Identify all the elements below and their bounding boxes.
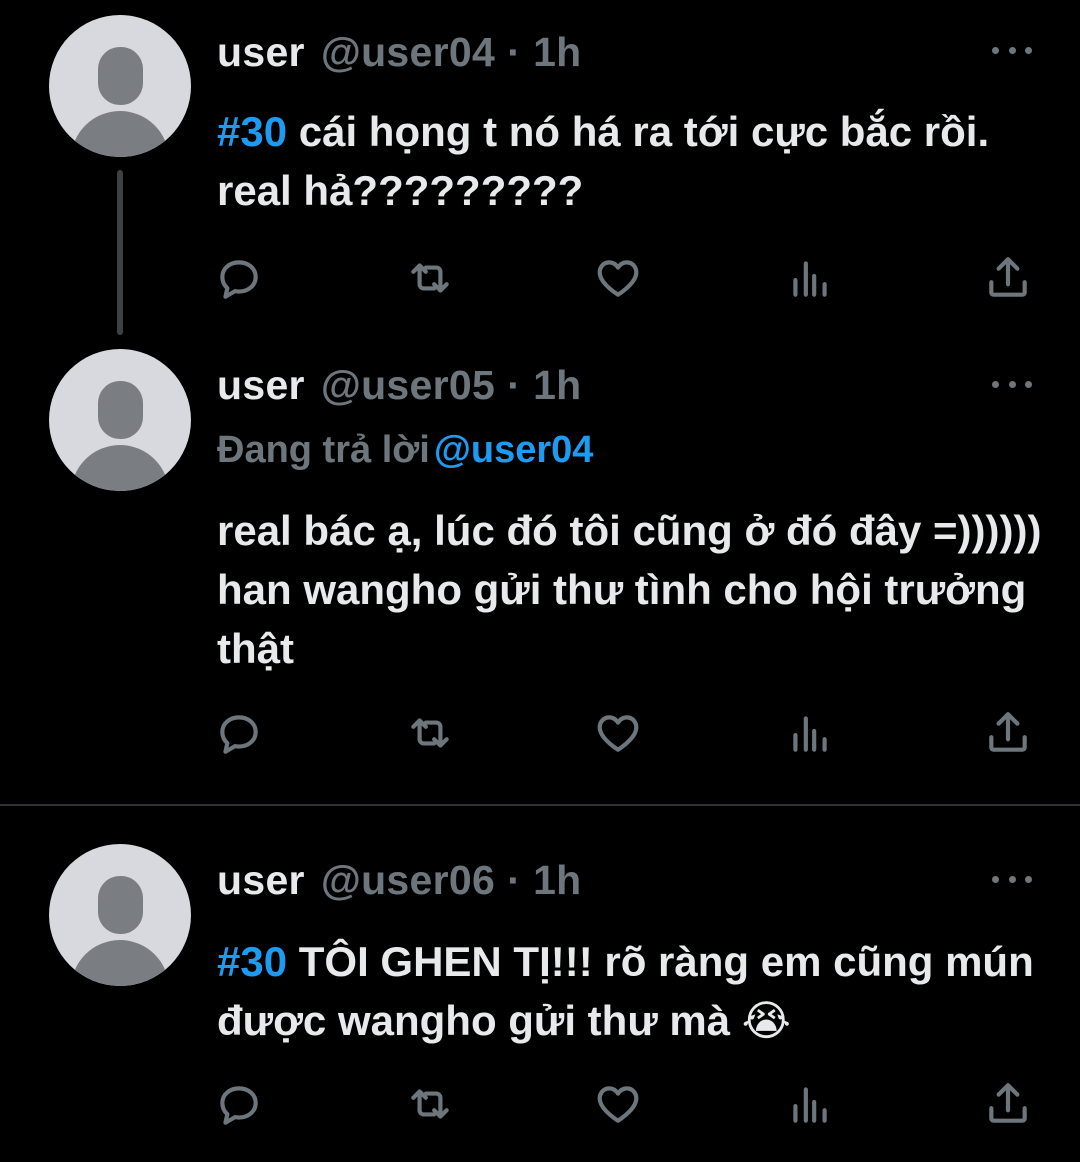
retweet-button[interactable] <box>402 705 458 761</box>
reply-icon <box>220 1086 258 1125</box>
separator-dot: · <box>507 28 522 75</box>
tweet-header: user @user04 · 1h <box>217 24 582 80</box>
like-button[interactable] <box>590 250 646 306</box>
share-icon <box>989 1083 1027 1123</box>
action-bar <box>0 705 1080 761</box>
analytics-icon <box>793 716 827 752</box>
tweet[interactable]: user @user04 · 1h #30 cái họng t nó há r… <box>0 0 1080 335</box>
separator-dot: · <box>507 361 522 408</box>
tweet-text: #30 TÔI GHEN TỊ!!! rõ ràng em cũng mún đ… <box>217 932 1057 1050</box>
replying-to: Đang trả lời @user04 <box>217 429 593 472</box>
avatar-head-shape <box>98 876 143 934</box>
retweet-icon <box>411 718 449 748</box>
avatar[interactable] <box>49 844 191 986</box>
retweet-icon <box>411 1089 449 1119</box>
timestamp[interactable]: 1h <box>533 362 581 409</box>
tweet-text: real bác ạ, lúc đó tôi cũng ở đó đây =))… <box>217 501 1057 678</box>
avatar-body-shape <box>71 445 169 491</box>
hashtag-link[interactable]: #30 <box>217 938 287 985</box>
retweet-icon <box>411 263 449 293</box>
more-icon[interactable] <box>992 869 1032 889</box>
views-button[interactable] <box>782 250 838 306</box>
tweet[interactable]: user @user06 · 1h #30 TÔI GHEN TỊ!!! rõ … <box>0 806 1080 1162</box>
share-icon <box>989 712 1027 752</box>
analytics-icon <box>793 1087 827 1123</box>
action-bar <box>0 250 1080 306</box>
more-icon[interactable] <box>992 374 1032 394</box>
like-button[interactable] <box>590 705 646 761</box>
heart-icon <box>597 1086 639 1123</box>
crying-face-emoji: 😭 <box>741 996 791 1045</box>
heart-icon <box>597 260 639 297</box>
avatar[interactable] <box>49 15 191 157</box>
reply-button[interactable] <box>211 250 267 306</box>
views-button[interactable] <box>782 705 838 761</box>
user-handle[interactable]: @user04 <box>321 29 495 76</box>
tweet-body: cái họng t nó há ra tới cực bắc rồi. rea… <box>217 108 990 214</box>
hashtag-link[interactable]: #30 <box>217 108 287 155</box>
retweet-button[interactable] <box>402 1076 458 1132</box>
tweet-body: TÔI GHEN TỊ!!! rõ ràng em cũng mún được … <box>217 938 1034 1044</box>
reply-icon <box>220 260 258 299</box>
display-name[interactable]: user <box>217 29 305 76</box>
tweet-header: user @user05 · 1h <box>217 357 582 413</box>
share-icon <box>989 257 1027 297</box>
share-button[interactable] <box>980 705 1036 761</box>
avatar-body-shape <box>71 940 169 986</box>
user-handle[interactable]: @user05 <box>321 362 495 409</box>
like-button[interactable] <box>590 1076 646 1132</box>
timeline-feed: user @user04 · 1h #30 cái họng t nó há r… <box>0 0 1080 1162</box>
display-name[interactable]: user <box>217 857 305 904</box>
tweet-text: #30 cái họng t nó há ra tới cực bắc rồi.… <box>217 102 1057 220</box>
reply-button[interactable] <box>211 705 267 761</box>
separator-dot: · <box>507 856 522 903</box>
avatar-head-shape <box>98 381 143 439</box>
retweet-button[interactable] <box>402 250 458 306</box>
avatar-head-shape <box>98 47 143 105</box>
views-button[interactable] <box>782 1076 838 1132</box>
share-button[interactable] <box>980 250 1036 306</box>
timestamp[interactable]: 1h <box>533 29 581 76</box>
tweet-body: real bác ạ, lúc đó tôi cũng ở đó đây =))… <box>217 507 1042 672</box>
heart-icon <box>597 715 639 752</box>
reply-button[interactable] <box>211 1076 267 1132</box>
display-name[interactable]: user <box>217 362 305 409</box>
analytics-icon <box>793 261 827 297</box>
reply-icon <box>220 715 258 754</box>
share-button[interactable] <box>980 1076 1036 1132</box>
avatar[interactable] <box>49 349 191 491</box>
tweet-header: user @user06 · 1h <box>217 852 582 908</box>
replying-to-label: Đang trả lời <box>217 429 430 471</box>
more-icon[interactable] <box>992 40 1032 60</box>
timestamp[interactable]: 1h <box>533 857 581 904</box>
action-bar <box>0 1076 1080 1132</box>
avatar-body-shape <box>71 111 169 157</box>
mention-link[interactable]: @user04 <box>434 429 594 471</box>
user-handle[interactable]: @user06 <box>321 857 495 904</box>
tweet[interactable]: user @user05 · 1h Đang trả lời @user04 re… <box>0 335 1080 805</box>
